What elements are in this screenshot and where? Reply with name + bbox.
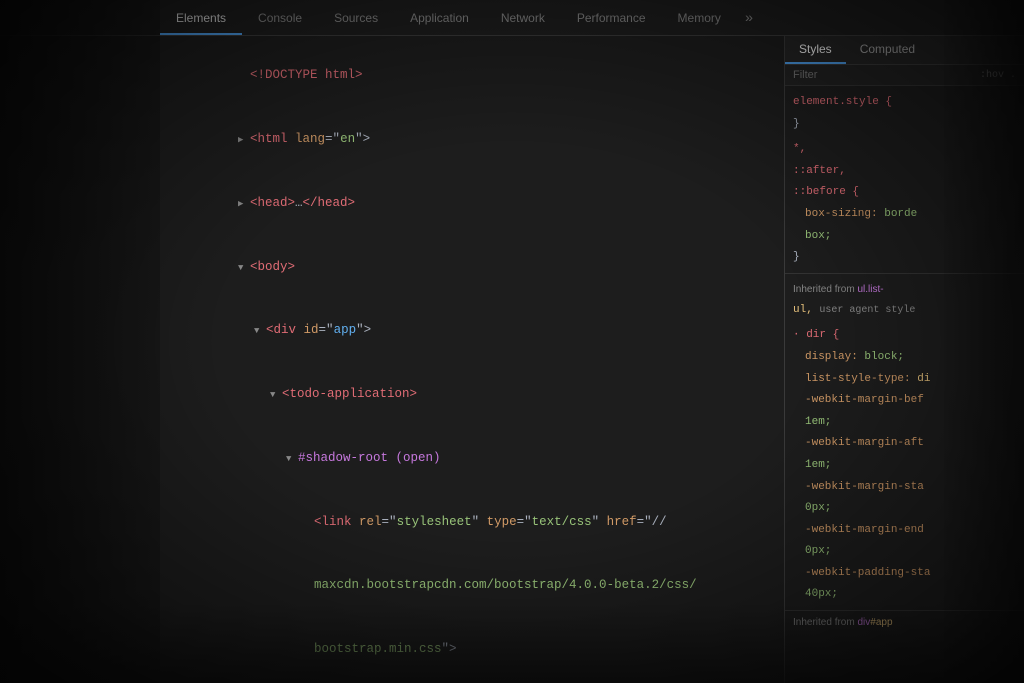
devtools-window: Elements Console Sources Application Net… [0,0,1024,683]
tab-elements[interactable]: Elements [160,3,242,35]
styles-panel: Styles Computed :hov . element.style { } [784,36,1024,683]
style-prop-box-sizing: box-sizing: borde [785,204,1024,226]
tab-sources[interactable]: Sources [318,3,394,35]
inherited-label-ul: Inherited from ul.list- [785,278,1024,300]
style-prop-webkit-padding-sta-val: 40px; [785,584,1024,606]
filter-input[interactable] [793,69,972,81]
style-prop-webkit-margin-aft-val: 1em; [785,455,1024,477]
universal-selector: *, [793,143,806,155]
html-line-todo-app: <todo-application> [170,363,784,427]
style-prop-webkit-margin-end: -webkit-margin-end [785,520,1024,542]
style-rule-universal: *, [785,139,1024,161]
style-selector: element.style { [793,96,892,108]
style-prop-box: box; [785,226,1024,248]
style-rule-element-close: } [785,114,1024,136]
after-selector: ::after, [793,165,846,177]
tab-application[interactable]: Application [394,3,485,35]
main-area: <!DOCTYPE html> <html lang="en"> <head>…… [0,36,1024,683]
inherited-ul-useragent: ul, user agent style [785,300,1024,322]
tab-styles[interactable]: Styles [785,36,846,64]
style-prop-display: display: block; [785,347,1024,369]
html-line-link3: bootstrap.min.css"> [170,618,784,682]
filter-pseudo: :hov . [980,70,1016,81]
tab-network[interactable]: Network [485,3,561,35]
style-prop-webkit-margin-aft: -webkit-margin-aft [785,433,1024,455]
html-line-link2: maxcdn.bootstrapcdn.com/bootstrap/4.0.0-… [170,554,784,618]
styles-content: element.style { } *, ::after, ::before {… [785,86,1024,639]
style-prop-webkit-margin-sta: -webkit-margin-sta [785,477,1024,499]
html-line-link1: <link rel="stylesheet" type="text/css" h… [170,490,784,554]
html-line-div-app: <div id="app"> [170,299,784,363]
style-rule-element: element.style { [785,92,1024,114]
html-line-body: <body> [170,235,784,299]
style-prop-webkit-margin-bef: -webkit-margin-bef [785,390,1024,412]
tab-memory[interactable]: Memory [662,3,737,35]
before-selector: ::before { [793,186,859,198]
tab-performance[interactable]: Performance [561,3,662,35]
style-prop-webkit-margin-sta-val: 0px; [785,498,1024,520]
tab-computed[interactable]: Computed [846,36,929,64]
tab-console[interactable]: Console [242,3,318,35]
html-line-shadow-root: #shadow-root (open) [170,427,784,491]
inherited-label-div-app: Inherited from div#app [785,610,1024,633]
styles-tabs: Styles Computed [785,36,1024,65]
style-prop-list-style: list-style-type: di [785,369,1024,391]
dir-selector: · dir { [793,329,839,341]
html-line-head: <head>…</head> [170,172,784,236]
style-rule-before: ::before { [785,182,1024,204]
html-panel: <!DOCTYPE html> <html lang="en"> <head>…… [0,36,784,683]
filter-bar: :hov . [785,65,1024,86]
style-rule-universal-close: } [785,247,1024,269]
html-line-doctype: <!DOCTYPE html> [170,44,784,108]
style-prop-webkit-padding-sta: -webkit-padding-sta [785,563,1024,585]
style-prop-webkit-margin-end-val: 0px; [785,541,1024,563]
tab-more[interactable]: » [737,3,761,35]
style-rule-after: ::after, [785,161,1024,183]
style-rule-dir: · dir { [785,325,1024,347]
style-prop-webkit-margin-bef-val: 1em; [785,412,1024,434]
inherited-section-ul: Inherited from ul.list- ul, user agent s… [785,273,1024,606]
html-line-html: <html lang="en"> [170,108,784,172]
tab-bar: Elements Console Sources Application Net… [0,0,1024,36]
